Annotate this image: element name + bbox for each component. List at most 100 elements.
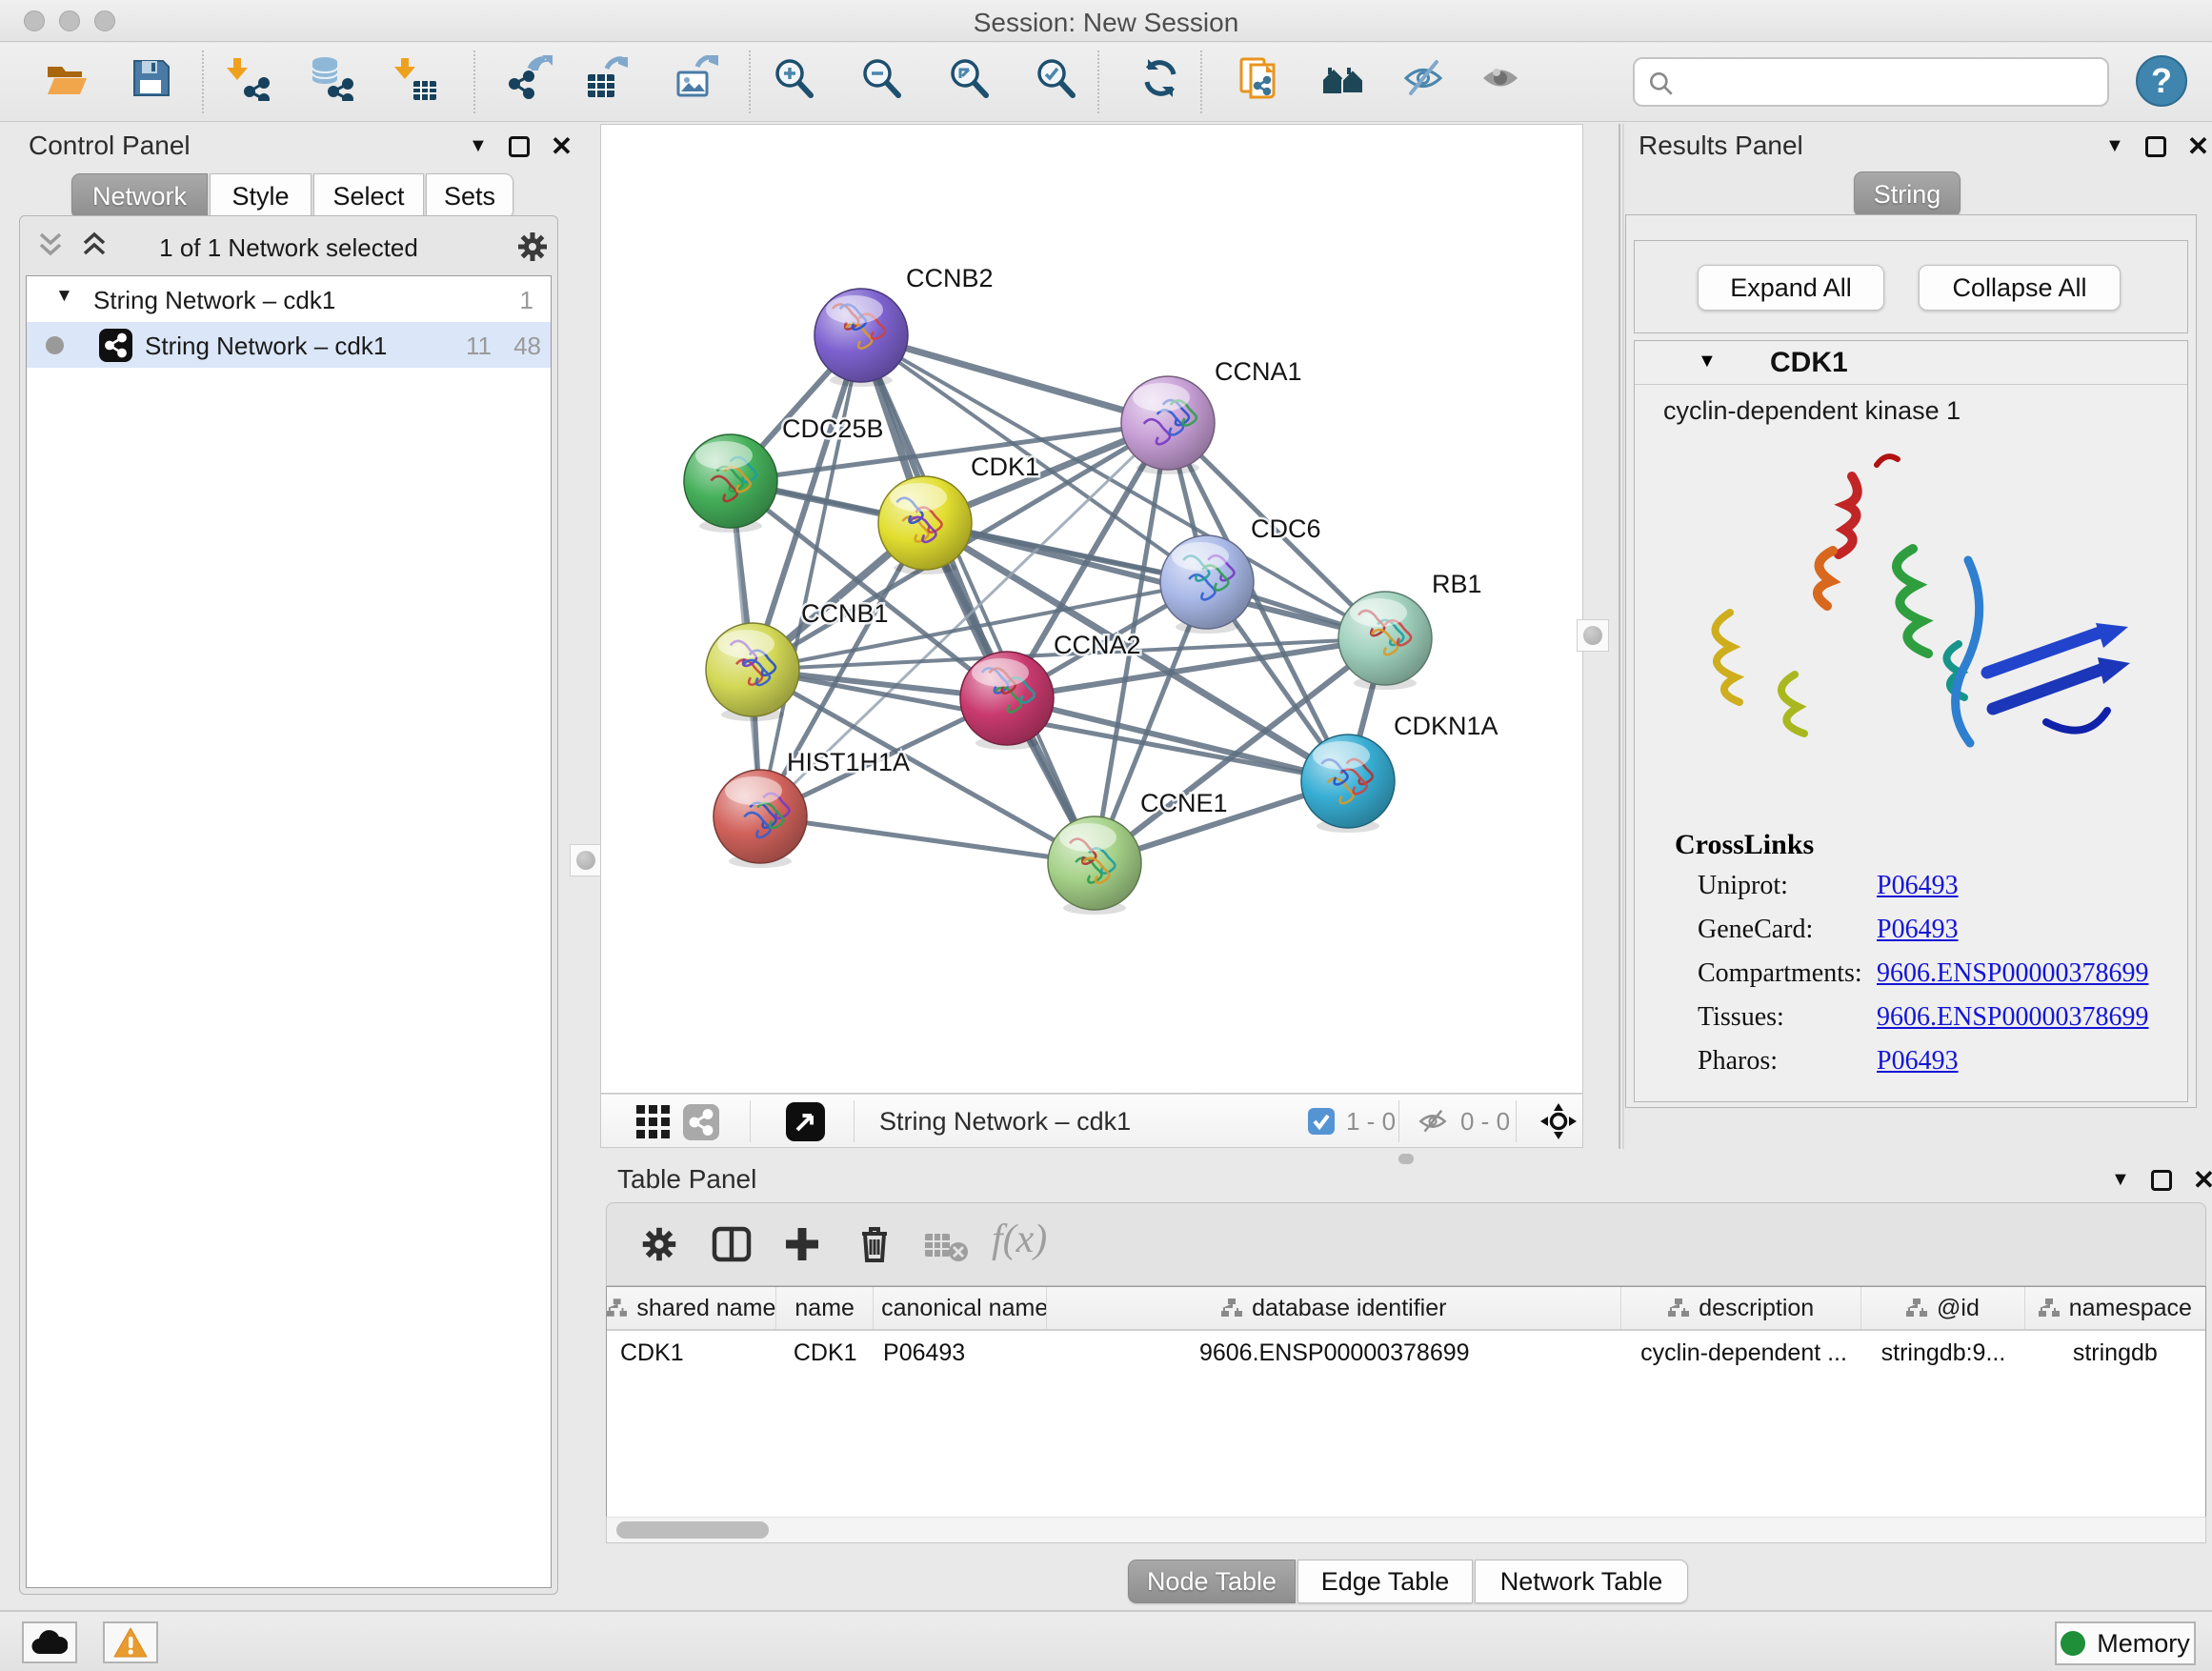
show-columns-icon[interactable] bbox=[710, 1222, 754, 1266]
export-table-icon[interactable] bbox=[582, 55, 628, 101]
network-view-canvas[interactable]: CCNB2CCNA1CDC25BCDK1CDC6RB1CCNB1CCNA2CDK… bbox=[600, 124, 1583, 1094]
memory-status-dot-icon bbox=[2061, 1631, 2085, 1656]
network-view-toolbar: String Network – cdk1 1 - 0 0 - 0 bbox=[600, 1094, 1583, 1148]
network-view-mode-icon[interactable] bbox=[683, 1104, 719, 1140]
zoom-out-icon[interactable] bbox=[858, 55, 904, 101]
network-edge[interactable] bbox=[861, 335, 1095, 863]
collapse-all-button[interactable]: Collapse All bbox=[1919, 265, 2121, 311]
network-edge[interactable] bbox=[861, 335, 1168, 423]
delete-column-trash-icon[interactable] bbox=[853, 1222, 896, 1266]
tab-select[interactable]: Select bbox=[313, 173, 424, 219]
tab-node-table[interactable]: Node Table bbox=[1128, 1560, 1296, 1603]
network-view-title: String Network – cdk1 bbox=[879, 1107, 1131, 1137]
network-node-ccnb1[interactable]: CCNB1 bbox=[706, 599, 889, 721]
control-panel-float-icon[interactable] bbox=[509, 136, 530, 157]
hide-selected-icon[interactable] bbox=[1400, 55, 1446, 101]
node-label: HIST1H1A bbox=[787, 748, 910, 776]
results-panel-collapse-icon[interactable]: ▼ bbox=[2105, 135, 2124, 157]
save-session-icon[interactable] bbox=[128, 55, 173, 101]
create-column-plus-icon[interactable] bbox=[780, 1222, 824, 1266]
protein-description: cyclin-dependent kinase 1 bbox=[1663, 396, 1961, 426]
column-header[interactable]: namespace bbox=[2025, 1287, 2205, 1329]
column-header[interactable]: @id bbox=[1861, 1287, 2024, 1329]
export-network-icon[interactable] bbox=[507, 55, 553, 101]
network-node-count: 11 bbox=[466, 332, 492, 361]
selected-checkbox-icon[interactable] bbox=[1308, 1108, 1335, 1135]
help-button[interactable]: ? bbox=[2136, 55, 2187, 107]
node-table[interactable]: shared name name canonical name database… bbox=[606, 1286, 2206, 1543]
cloud-status-button[interactable] bbox=[22, 1621, 77, 1663]
network-node-ccna1[interactable]: CCNA1 bbox=[1121, 357, 1302, 474]
search-icon bbox=[1646, 69, 1677, 99]
table-horizontal-scrollbar[interactable] bbox=[606, 1517, 2206, 1543]
control-panel-collapse-icon[interactable]: ▼ bbox=[469, 135, 488, 157]
control-panel-close-icon[interactable]: ✕ bbox=[551, 136, 573, 157]
network-selection-status: 1 of 1 Network selected bbox=[20, 233, 557, 263]
import-table-from-file-icon[interactable] bbox=[392, 55, 438, 101]
table-panel-float-icon[interactable] bbox=[2151, 1170, 2172, 1191]
network-edge[interactable] bbox=[760, 816, 1095, 863]
network-row-selected[interactable]: String Network – cdk1 11 48 bbox=[27, 322, 551, 368]
grid-view-icon[interactable] bbox=[635, 1104, 672, 1140]
import-network-from-file-icon[interactable] bbox=[225, 55, 271, 101]
tree-expand-icon[interactable]: ▼ bbox=[55, 286, 73, 307]
network-collection-row[interactable]: ▼ String Network – cdk1 1 bbox=[27, 276, 551, 322]
network-node-ccne1[interactable]: CCNE1 bbox=[1048, 789, 1228, 915]
node-label: CCNB2 bbox=[906, 264, 994, 292]
birds-eye-view-icon[interactable] bbox=[786, 1102, 825, 1141]
table-options-gear-icon[interactable] bbox=[637, 1222, 681, 1266]
table-panel-close-icon[interactable]: ✕ bbox=[2193, 1170, 2212, 1191]
crosslinks-header: CrossLinks bbox=[1675, 829, 1814, 861]
first-neighbors-icon[interactable] bbox=[1320, 55, 1366, 101]
network-node-hist1h1a[interactable]: HIST1H1A bbox=[714, 748, 910, 868]
zoom-fit-icon[interactable] bbox=[946, 55, 992, 101]
crosslink-link[interactable]: P06493 bbox=[1877, 1046, 1959, 1077]
status-bar: Memory bbox=[0, 1610, 2212, 1671]
column-header[interactable]: database identifier bbox=[1047, 1287, 1621, 1329]
new-network-from-selection-icon[interactable] bbox=[1237, 55, 1283, 101]
import-network-from-database-icon[interactable] bbox=[308, 55, 353, 101]
crosslink-link[interactable]: P06493 bbox=[1877, 915, 1959, 945]
export-image-icon[interactable] bbox=[673, 55, 718, 101]
open-session-icon[interactable] bbox=[43, 55, 89, 101]
network-state-dot-icon bbox=[46, 336, 64, 354]
tab-edge-table[interactable]: Edge Table bbox=[1297, 1560, 1473, 1603]
network-edge[interactable] bbox=[760, 335, 861, 816]
right-splitter-handle[interactable] bbox=[1577, 619, 1609, 652]
crosslink-link[interactable]: P06493 bbox=[1877, 871, 1959, 901]
column-header[interactable]: name bbox=[776, 1287, 874, 1329]
table-row[interactable]: CDK1 CDK1 P06493 9606.ENSP00000378699 cy… bbox=[607, 1331, 2205, 1375]
scrollbar-thumb[interactable] bbox=[616, 1521, 769, 1539]
search-input[interactable] bbox=[1684, 63, 2094, 101]
section-collapse-icon[interactable]: ▼ bbox=[1698, 351, 1717, 372]
network-node-rb1[interactable]: RB1 bbox=[1338, 570, 1482, 690]
network-options-gear-icon[interactable] bbox=[513, 228, 552, 266]
network-node-cdkn1a[interactable]: CDKN1A bbox=[1301, 712, 1498, 833]
column-header[interactable]: description bbox=[1621, 1287, 1861, 1329]
protein-section-header[interactable]: ▼ CDK1 bbox=[1635, 341, 2187, 385]
tab-style[interactable]: Style bbox=[210, 173, 312, 219]
zoom-in-icon[interactable] bbox=[771, 55, 816, 101]
left-splitter-handle[interactable] bbox=[570, 844, 602, 876]
expand-all-button[interactable]: Expand All bbox=[1698, 265, 1884, 311]
tab-network-table[interactable]: Network Table bbox=[1475, 1560, 1688, 1603]
tab-network[interactable]: Network bbox=[71, 173, 208, 219]
zoom-selected-icon[interactable] bbox=[1033, 55, 1078, 101]
table-panel-collapse-icon[interactable]: ▼ bbox=[2111, 1169, 2130, 1191]
window-titlebar: Session: New Session bbox=[0, 0, 2212, 42]
network-graph[interactable]: CCNB2CCNA1CDC25BCDK1CDC6RB1CCNB1CCNA2CDK… bbox=[601, 125, 1582, 1093]
warnings-button[interactable] bbox=[103, 1621, 158, 1663]
show-all-icon[interactable] bbox=[1478, 55, 1523, 101]
crosslink-link[interactable]: 9606.ENSP00000378699 bbox=[1877, 958, 2148, 989]
column-header[interactable]: canonical name bbox=[874, 1287, 1047, 1329]
fit-content-crosshair-icon[interactable] bbox=[1539, 1102, 1578, 1140]
crosslink-link[interactable]: 9606.ENSP00000378699 bbox=[1877, 1002, 2148, 1033]
results-panel-close-icon[interactable]: ✕ bbox=[2187, 136, 2209, 157]
tab-string[interactable]: String bbox=[1854, 171, 1961, 217]
results-panel-float-icon[interactable] bbox=[2145, 136, 2166, 157]
tab-sets[interactable]: Sets bbox=[426, 173, 513, 219]
refresh-icon[interactable] bbox=[1137, 55, 1183, 101]
table-header-row: shared name name canonical name database… bbox=[607, 1287, 2205, 1331]
column-header[interactable]: shared name bbox=[607, 1287, 776, 1329]
memory-button[interactable]: Memory bbox=[2055, 1621, 2196, 1665]
